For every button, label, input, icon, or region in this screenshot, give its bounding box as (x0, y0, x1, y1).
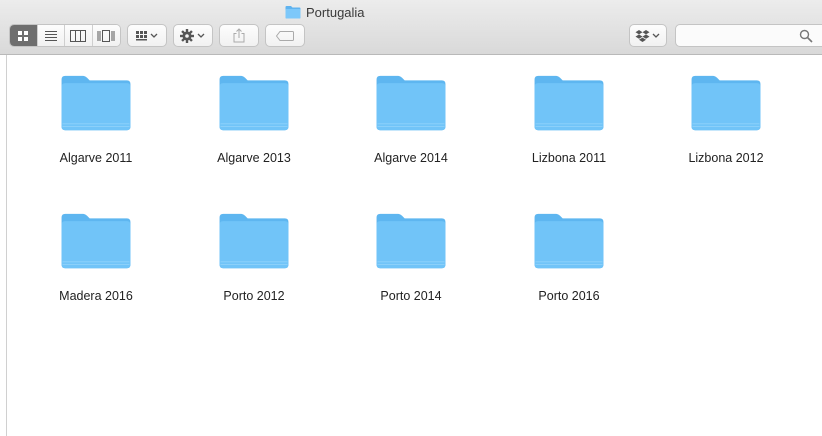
folder-icon (285, 6, 301, 19)
action-button[interactable] (173, 24, 213, 47)
folder-icon (219, 75, 289, 131)
list-view-icon (44, 30, 57, 41)
folder-icon (376, 75, 446, 131)
share-icon (233, 28, 245, 43)
folder-icon (534, 75, 604, 131)
list-view-button[interactable] (37, 25, 65, 46)
share-button[interactable] (219, 24, 259, 47)
folder-item[interactable]: Algarve 2014 (341, 55, 481, 165)
column-view-icon (70, 29, 87, 42)
dropbox-icon (635, 29, 660, 42)
folder-item[interactable]: Porto 2016 (499, 193, 639, 303)
folder-name: Madera 2016 (59, 289, 133, 303)
folder-icon (534, 213, 604, 269)
folder-name: Algarve 2013 (217, 151, 291, 165)
finder-window: Portugalia Algarve 2011 Algarve 2013 Alg… (0, 0, 822, 436)
arrange-icon (136, 30, 158, 40)
gear-icon (180, 28, 205, 43)
folder-item[interactable]: Algarve 2013 (184, 55, 324, 165)
folder-name: Lizbona 2012 (688, 151, 764, 165)
icon-view-button[interactable] (10, 25, 38, 46)
folder-icon (219, 213, 289, 269)
folder-grid: Algarve 2011 Algarve 2013 Algarve 2014 Lizb… (6, 55, 822, 436)
dropbox-button[interactable] (629, 24, 667, 47)
column-view-button[interactable] (65, 25, 93, 46)
folder-name: Porto 2016 (538, 289, 600, 303)
folder-name: Algarve 2014 (374, 151, 448, 165)
cover-flow-view-button[interactable] (92, 25, 120, 46)
folder-name: Algarve 2011 (59, 151, 133, 165)
folder-name: Porto 2014 (380, 289, 442, 303)
arrange-button[interactable] (127, 24, 167, 47)
tag-icon (276, 30, 294, 41)
view-mode-segmented-control (9, 24, 121, 47)
icon-view-icon (18, 30, 29, 41)
search-input[interactable] (682, 27, 792, 44)
cover-flow-view-icon (97, 29, 115, 42)
folder-icon (61, 75, 131, 131)
window-title: Portugalia (285, 3, 365, 21)
window-title-text: Portugalia (306, 4, 365, 20)
search-field[interactable] (675, 24, 822, 47)
tags-button[interactable] (265, 24, 305, 47)
folder-name: Lizbona 2011 (531, 151, 607, 165)
folder-icon (376, 213, 446, 269)
search-icon (799, 29, 813, 43)
folder-icon (61, 213, 131, 269)
folder-name: Porto 2012 (223, 289, 285, 303)
folder-item[interactable]: Madera 2016 (26, 193, 166, 303)
folder-item[interactable]: Algarve 2011 (26, 55, 166, 165)
folder-item[interactable]: Lizbona 2012 (656, 55, 796, 165)
folder-item[interactable]: Porto 2014 (341, 193, 481, 303)
folder-item[interactable]: Lizbona 2011 (499, 55, 639, 165)
toolbar: Portugalia (0, 0, 822, 55)
folder-icon (691, 75, 761, 131)
folder-item[interactable]: Porto 2012 (184, 193, 324, 303)
